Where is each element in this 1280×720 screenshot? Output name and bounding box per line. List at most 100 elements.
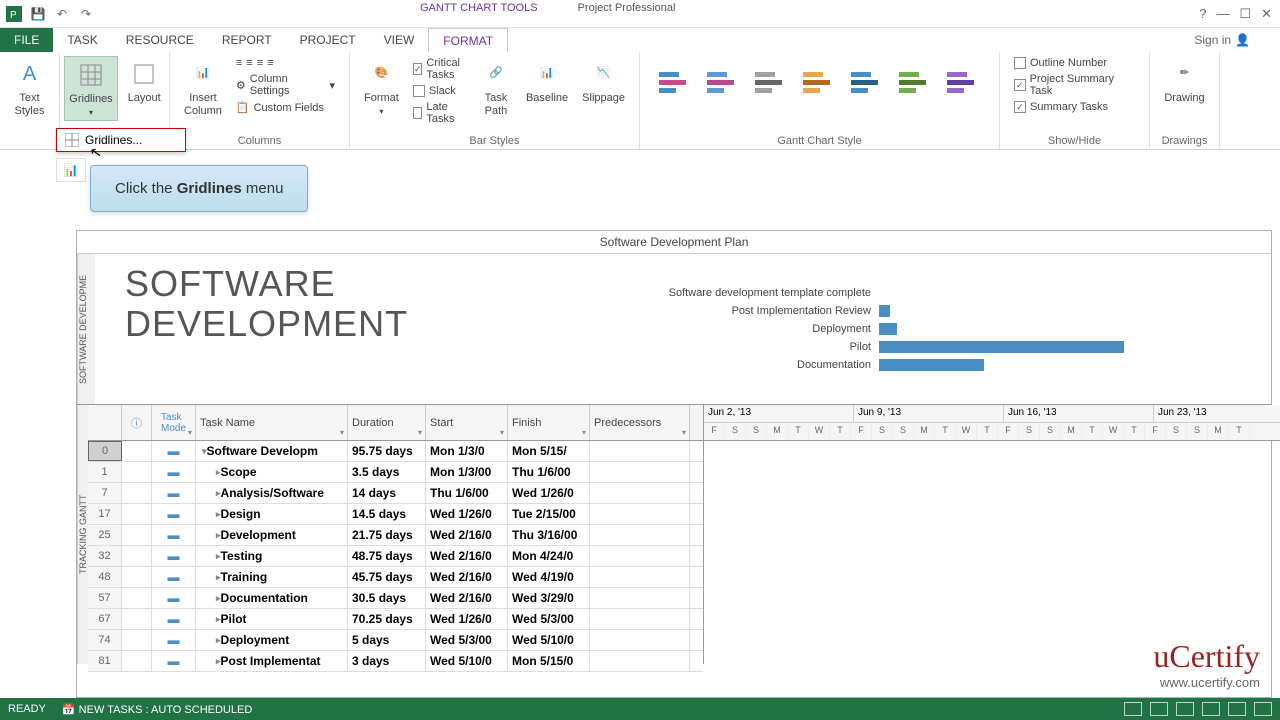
predecessor-cell[interactable] <box>590 609 690 629</box>
row-number[interactable]: 57 <box>88 588 122 608</box>
view-shortcut[interactable] <box>1150 702 1168 716</box>
row-number[interactable]: 48 <box>88 567 122 587</box>
table-row[interactable]: 25▬▸ Development21.75 daysWed 2/16/0Thu … <box>88 525 703 546</box>
predecessor-cell[interactable] <box>590 525 690 545</box>
finish-cell[interactable]: Mon 5/15/ <box>508 441 590 461</box>
signin-link[interactable]: Sign in 👤 <box>1194 28 1280 52</box>
table-row[interactable]: 67▬▸ Pilot70.25 daysWed 1/26/0Wed 5/3/00 <box>88 609 703 630</box>
predecessor-cell[interactable] <box>590 441 690 461</box>
task-name-cell[interactable]: ▸ Deployment <box>196 630 348 650</box>
duration-cell[interactable]: 48.75 days <box>348 546 426 566</box>
task-name-cell[interactable]: ▸ Pilot <box>196 609 348 629</box>
start-cell[interactable]: Wed 1/26/0 <box>426 609 508 629</box>
row-number[interactable]: 25 <box>88 525 122 545</box>
table-row[interactable]: 81▬▸ Post Implementat3 daysWed 5/10/0Mon… <box>88 651 703 672</box>
gridlines-button[interactable]: Gridlines▾ <box>64 56 117 121</box>
save-button[interactable]: 💾 <box>28 4 48 24</box>
row-number[interactable]: 0 <box>88 441 122 461</box>
progress-lines-menu-item[interactable]: 📊 <box>56 158 86 182</box>
gridlines-menu-item[interactable]: Gridlines... <box>57 129 185 151</box>
task-name-cell[interactable]: ▸ Scope <box>196 462 348 482</box>
task-mode-cell[interactable]: ▬ <box>152 504 196 524</box>
duration-cell[interactable]: 30.5 days <box>348 588 426 608</box>
table-row[interactable]: 74▬▸ Deployment5 daysWed 5/3/00Wed 5/10/… <box>88 630 703 651</box>
summary-tasks-checkbox[interactable]: ✓Summary Tasks <box>1010 100 1139 114</box>
task-mode-cell[interactable]: ▬ <box>152 525 196 545</box>
duration-cell[interactable]: 95.75 days <box>348 441 426 461</box>
col-finish[interactable]: Finish▾ <box>508 405 590 440</box>
start-cell[interactable]: Mon 1/3/0 <box>426 441 508 461</box>
gantt-style-option[interactable] <box>702 60 746 104</box>
start-cell[interactable]: Wed 5/10/0 <box>426 651 508 671</box>
status-new-tasks[interactable]: 📅 NEW TASKS : AUTO SCHEDULED <box>62 703 252 716</box>
finish-cell[interactable]: Thu 1/6/00 <box>508 462 590 482</box>
close-button[interactable]: ✕ <box>1261 6 1272 22</box>
gantt-style-gallery[interactable] <box>650 56 990 108</box>
format-button[interactable]: 🎨Format▾ <box>360 56 403 119</box>
gantt-style-option[interactable] <box>894 60 938 104</box>
table-row[interactable]: 0 ▬▾ Software Developm95.75 daysMon 1/3/0… <box>88 441 703 462</box>
task-mode-cell[interactable]: ▬ <box>152 609 196 629</box>
predecessor-cell[interactable] <box>590 546 690 566</box>
insert-column-button[interactable]: 📊Insert Column <box>180 56 226 120</box>
task-name-cell[interactable]: ▸ Training <box>196 567 348 587</box>
duration-cell[interactable]: 14 days <box>348 483 426 503</box>
finish-cell[interactable]: Wed 4/19/0 <box>508 567 590 587</box>
predecessor-cell[interactable] <box>590 462 690 482</box>
predecessor-cell[interactable] <box>590 504 690 524</box>
tab-project[interactable]: PROJECT <box>286 28 370 52</box>
row-number[interactable]: 32 <box>88 546 122 566</box>
finish-cell[interactable]: Mon 4/24/0 <box>508 546 590 566</box>
col-indicators[interactable]: ⓘ <box>122 405 152 440</box>
finish-cell[interactable]: Mon 5/15/0 <box>508 651 590 671</box>
task-name-cell[interactable]: ▸ Post Implementat <box>196 651 348 671</box>
tab-report[interactable]: REPORT <box>208 28 286 52</box>
row-number[interactable]: 7 <box>88 483 122 503</box>
finish-cell[interactable]: Tue 2/15/00 <box>508 504 590 524</box>
tab-task[interactable]: TASK <box>53 28 111 52</box>
duration-cell[interactable]: 70.25 days <box>348 609 426 629</box>
task-name-cell[interactable]: ▸ Analysis/Software <box>196 483 348 503</box>
view-shortcut[interactable] <box>1124 702 1142 716</box>
predecessor-cell[interactable] <box>590 630 690 650</box>
critical-tasks-checkbox[interactable]: ✓Critical Tasks <box>409 56 470 82</box>
table-row[interactable]: 32▬▸ Testing48.75 daysWed 2/16/0Mon 4/24… <box>88 546 703 567</box>
task-name-cell[interactable]: ▾ Software Developm <box>196 441 348 461</box>
finish-cell[interactable]: Wed 5/10/0 <box>508 630 590 650</box>
text-styles-button[interactable]: AText Styles <box>10 56 50 120</box>
duration-cell[interactable]: 3.5 days <box>348 462 426 482</box>
baseline-button[interactable]: 📊Baseline <box>522 56 572 107</box>
duration-cell[interactable]: 21.75 days <box>348 525 426 545</box>
drawing-button[interactable]: ✏Drawing <box>1160 56 1208 107</box>
tab-file[interactable]: FILE <box>0 28 53 52</box>
view-shortcut[interactable] <box>1254 702 1272 716</box>
maximize-button[interactable]: ☐ <box>1239 6 1251 22</box>
gantt-style-option[interactable] <box>750 60 794 104</box>
task-mode-cell[interactable]: ▬ <box>152 588 196 608</box>
start-cell[interactable]: Wed 2/16/0 <box>426 588 508 608</box>
task-mode-cell[interactable]: ▬ <box>152 567 196 587</box>
finish-cell[interactable]: Thu 3/16/00 <box>508 525 590 545</box>
view-shortcut[interactable] <box>1176 702 1194 716</box>
gantt-style-option[interactable] <box>846 60 890 104</box>
row-number[interactable]: 17 <box>88 504 122 524</box>
col-predecessors[interactable]: Predecessors▾ <box>590 405 690 440</box>
duration-cell[interactable]: 45.75 days <box>348 567 426 587</box>
col-start[interactable]: Start▾ <box>426 405 508 440</box>
undo-button[interactable]: ↶ <box>52 4 72 24</box>
align-buttons[interactable]: ≡≡≡≡ <box>232 56 339 70</box>
predecessor-cell[interactable] <box>590 588 690 608</box>
task-mode-cell[interactable]: ▬ <box>152 441 196 461</box>
task-name-cell[interactable]: ▸ Documentation <box>196 588 348 608</box>
col-rownum[interactable] <box>88 405 122 440</box>
layout-button[interactable]: Layout <box>124 56 165 107</box>
table-row[interactable]: 48▬▸ Training45.75 daysWed 2/16/0Wed 4/1… <box>88 567 703 588</box>
gantt-style-option[interactable] <box>654 60 698 104</box>
redo-button[interactable]: ↷ <box>76 4 96 24</box>
task-mode-cell[interactable]: ▬ <box>152 462 196 482</box>
row-number[interactable]: 81 <box>88 651 122 671</box>
finish-cell[interactable]: Wed 5/3/00 <box>508 609 590 629</box>
predecessor-cell[interactable] <box>590 651 690 671</box>
duration-cell[interactable]: 3 days <box>348 651 426 671</box>
tab-format[interactable]: FORMAT <box>428 28 508 52</box>
